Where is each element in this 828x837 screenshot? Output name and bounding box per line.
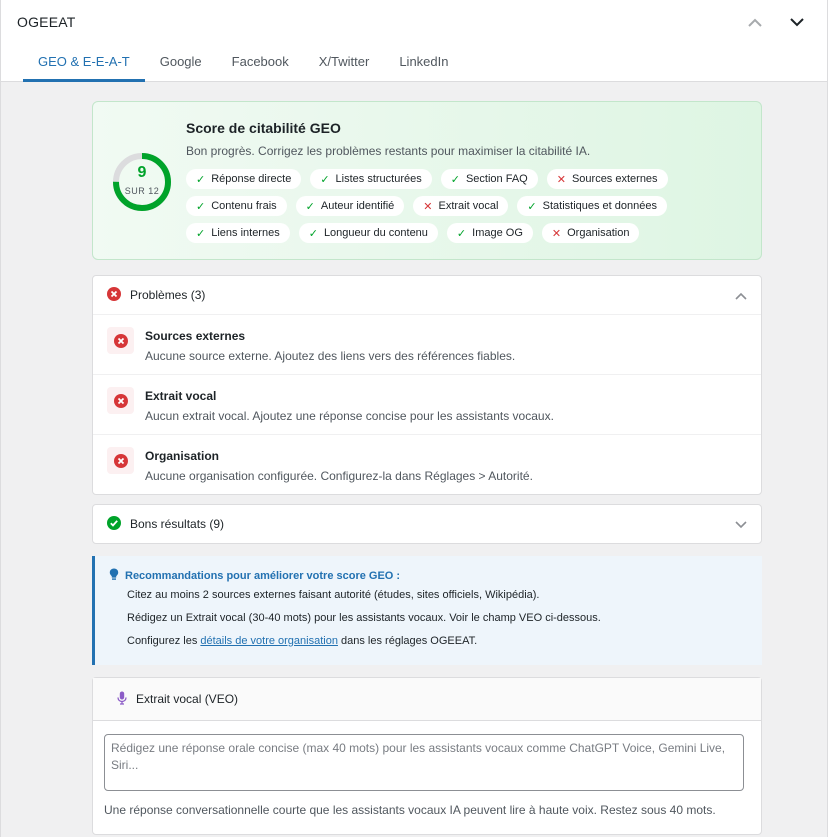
problem-item: Sources externes Aucune source externe. … xyxy=(93,314,761,374)
recommendation-text: Configurez les xyxy=(127,635,201,647)
check-icon: ✓ xyxy=(450,173,460,186)
tab-geo-eeat[interactable]: GEO & E-E-A-T xyxy=(23,44,145,82)
problem-item: Organisation Aucune organisation configu… xyxy=(93,434,761,494)
good-results-section: Bons résultats (9) xyxy=(92,504,762,544)
problem-item: Extrait vocal Aucun extrait vocal. Ajout… xyxy=(93,374,761,434)
tab-linkedin[interactable]: LinkedIn xyxy=(384,44,463,82)
tab-bar: GEO & E-E-A-T Google Facebook X/Twitter … xyxy=(1,44,827,82)
problems-header[interactable]: Problèmes (3) xyxy=(93,276,761,314)
recommendations-box: Recommandations pour améliorer votre sco… xyxy=(92,556,762,665)
error-icon xyxy=(107,387,134,414)
veo-help-text: Une réponse conversationnelle courte que… xyxy=(104,803,716,817)
organisation-details-link[interactable]: détails de votre organisation xyxy=(200,635,338,647)
recommendations-title: Recommandations pour améliorer votre sco… xyxy=(125,570,401,582)
cross-icon: ✕ xyxy=(556,173,566,186)
check-icon: ✓ xyxy=(305,200,315,213)
problem-desc: Aucun extrait vocal. Ajoutez une réponse… xyxy=(145,409,554,423)
check-chip: ✓ Listes structurées xyxy=(310,169,432,189)
chevron-down-icon[interactable] xyxy=(787,12,807,32)
check-chip-label: Section FAQ xyxy=(465,173,528,185)
ogeeat-panel: OGEEAT GEO & E-E-A-T Google Facebook X/T… xyxy=(0,0,828,837)
check-chip-label: Statistiques et données xyxy=(542,200,657,212)
check-chip: ✓ Longueur du contenu xyxy=(298,223,438,243)
panel-header: OGEEAT xyxy=(1,0,827,44)
score-card: 9 SUR 12 Score de citabilité GEO Bon pro… xyxy=(92,101,762,260)
score-max: SUR 12 xyxy=(124,186,160,196)
score-subtitle: Bon progrès. Corrigez les problèmes rest… xyxy=(186,144,591,158)
check-chips: ✓ Réponse directe ✓ Listes structurées ✓ Sect… xyxy=(186,169,756,243)
problem-title: Organisation xyxy=(145,449,220,463)
recommendation-item: Rédigez un Extrait vocal (30-40 mots) po… xyxy=(127,612,601,624)
check-chip: ✓ Liens internes xyxy=(186,223,290,243)
check-chip: ✓ Image OG xyxy=(446,223,533,243)
score-title: Score de citabilité GEO xyxy=(186,120,341,136)
score-ring: 9 SUR 12 xyxy=(112,152,172,212)
problem-desc: Aucune organisation configurée. Configur… xyxy=(145,469,533,483)
veo-title: Extrait vocal (VEO) xyxy=(136,692,239,706)
chevron-down-icon[interactable] xyxy=(735,517,747,532)
score-value: 9 xyxy=(137,164,147,181)
check-chip: ✕ Extrait vocal xyxy=(413,196,509,216)
check-chip-label: Contenu frais xyxy=(211,200,277,212)
check-icon: ✓ xyxy=(196,227,206,240)
lightbulb-icon xyxy=(109,568,119,584)
check-chip-label: Longueur du contenu xyxy=(323,227,428,239)
check-icon: ✓ xyxy=(196,200,206,213)
error-icon xyxy=(107,286,121,304)
cross-icon: ✕ xyxy=(423,200,433,213)
problems-header-label: Problèmes (3) xyxy=(130,288,206,302)
recommendation-item: Configurez les détails de votre organisa… xyxy=(127,635,477,647)
check-chip: ✓ Section FAQ xyxy=(440,169,538,189)
panel-title: OGEEAT xyxy=(17,14,76,30)
tab-facebook[interactable]: Facebook xyxy=(217,44,304,82)
chevron-up-icon[interactable] xyxy=(735,288,747,303)
veo-textarea[interactable] xyxy=(104,734,744,791)
check-chip-label: Listes structurées xyxy=(335,173,422,185)
good-results-label: Bons résultats (9) xyxy=(130,517,225,531)
geo-content: 9 SUR 12 Score de citabilité GEO Bon pro… xyxy=(92,101,762,835)
tab-google[interactable]: Google xyxy=(145,44,217,82)
tab-x-twitter[interactable]: X/Twitter xyxy=(304,44,385,82)
check-chip-label: Liens internes xyxy=(211,227,280,239)
error-icon xyxy=(107,447,134,474)
chevron-up-icon[interactable] xyxy=(745,12,765,32)
problem-title: Extrait vocal xyxy=(145,389,217,403)
check-chip-label: Réponse directe xyxy=(211,173,292,185)
check-chip: ✓ Contenu frais xyxy=(186,196,287,216)
error-icon xyxy=(107,327,134,354)
check-icon: ✓ xyxy=(196,173,206,186)
check-chip-label: Image OG xyxy=(472,227,523,239)
recommendation-text: dans les réglages OGEEAT. xyxy=(337,635,478,647)
recommendation-item: Citez au moins 2 sources externes faisan… xyxy=(127,589,540,601)
check-chip: ✓ Réponse directe xyxy=(186,169,302,189)
check-icon: ✓ xyxy=(320,173,330,186)
veo-header: Extrait vocal (VEO) xyxy=(93,678,761,721)
check-chip-label: Auteur identifié xyxy=(320,200,395,212)
problem-desc: Aucune source externe. Ajoutez des liens… xyxy=(145,349,516,363)
microphone-icon xyxy=(117,691,127,708)
check-chip: ✓ Statistiques et données xyxy=(517,196,667,216)
check-chip: ✕ Organisation xyxy=(541,223,640,243)
check-icon: ✓ xyxy=(308,227,318,240)
check-icon: ✓ xyxy=(456,227,467,240)
cross-icon: ✕ xyxy=(551,227,562,240)
check-chip: ✓ Auteur identifié xyxy=(295,196,405,216)
check-chip-label: Sources externes xyxy=(571,173,658,185)
check-chip-label: Extrait vocal xyxy=(438,200,499,212)
good-results-header[interactable]: Bons résultats (9) xyxy=(93,505,761,543)
check-circle-icon xyxy=(107,515,121,533)
check-icon: ✓ xyxy=(527,200,537,213)
check-chip-label: Organisation xyxy=(567,227,630,239)
check-chip: ✕ Sources externes xyxy=(546,169,668,189)
problem-title: Sources externes xyxy=(145,329,246,343)
problems-section: Problèmes (3) Sources externes Aucune so… xyxy=(92,275,762,495)
